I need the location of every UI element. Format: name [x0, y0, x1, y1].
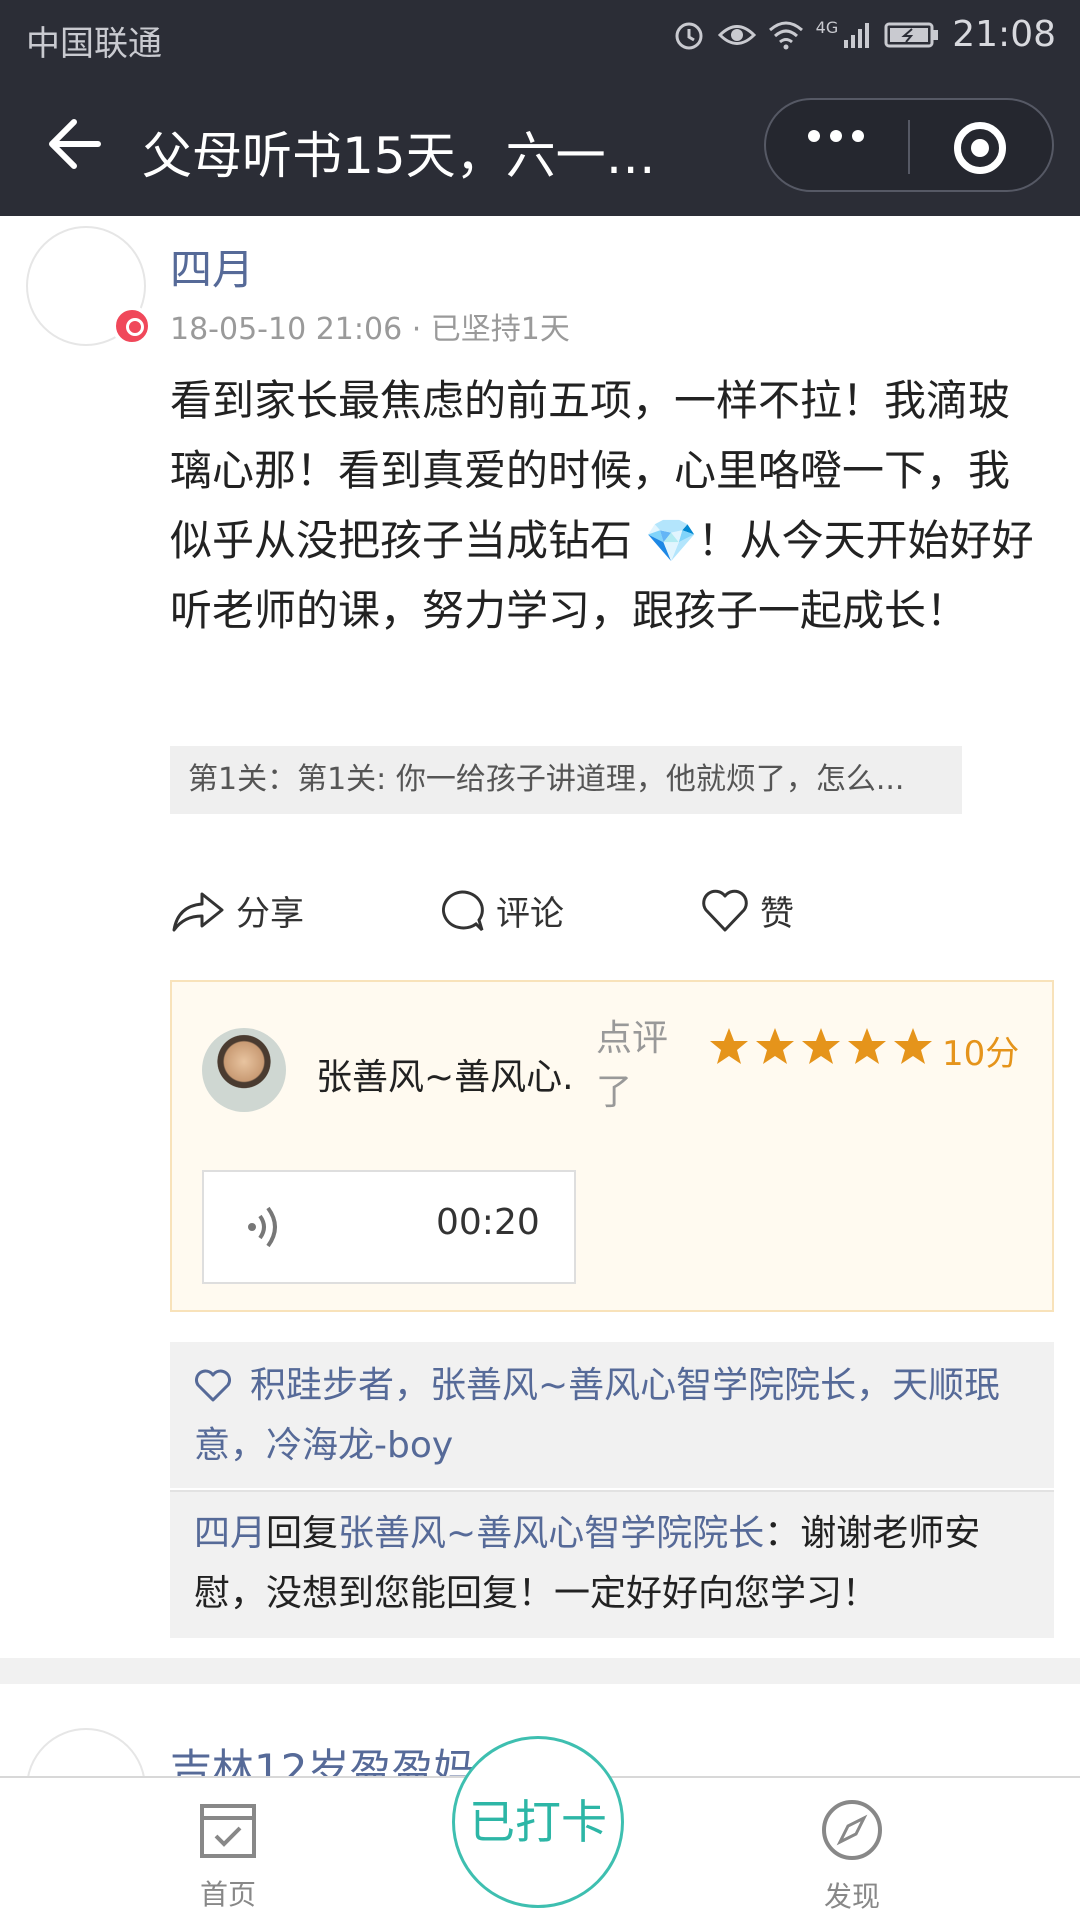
post-meta: 18-05-10 21:06 · 已坚持1天 [170, 312, 570, 347]
reviewer-name[interactable]: 张善风~善风心. [316, 1048, 574, 1100]
voice-duration: 00:20 [436, 1202, 540, 1243]
post-actions: 分享 评论 赞 [170, 876, 870, 946]
comment-button[interactable]: 评论 [438, 886, 564, 935]
tab-discover[interactable]: 发现 [782, 1798, 922, 1915]
comment-icon [442, 889, 484, 931]
wifi-icon [768, 21, 803, 49]
star-icon [802, 1028, 840, 1064]
checkin-button[interactable]: 已打卡 [452, 1736, 624, 1908]
likes-names[interactable]: 积跬步者，张善风~善风心智学院院长，天顺珉意，冷海龙-boy [194, 1365, 1000, 1466]
lesson-quote[interactable]: 第1关：第1关: 你一给孩子讲道理，他就烦了，怎么... [170, 746, 962, 814]
eye-icon [717, 24, 756, 45]
review-verb: 点评了 [596, 1018, 669, 1113]
reply-verb: 回复 [266, 1513, 339, 1554]
post-content: 看到家长最焦虑的前五项，一样不拉！我滴玻璃心那！看到真爱的时候，心里咯噔一下，我… [170, 376, 1034, 635]
network-label: 4G [815, 18, 839, 37]
clock: 21:08 [952, 14, 1056, 55]
back-arrow-icon[interactable] [44, 116, 104, 172]
star-icon [894, 1028, 932, 1064]
mini-program-capsule [764, 98, 1054, 192]
like-button[interactable]: 赞 [700, 886, 794, 935]
heart-icon [195, 1369, 231, 1402]
review-score: 10分 [942, 1034, 1020, 1074]
star-icon [848, 1028, 886, 1064]
carrier-name: 中国联通 [26, 24, 162, 64]
user-badge-icon [112, 306, 152, 346]
comment-item[interactable]: 四月回复张善风~善风心智学院院长：谢谢老师安慰，没想到您能回复！一定好好向您学习… [170, 1490, 1054, 1638]
status-icons: 4G 21:08 [672, 14, 1056, 55]
target-circle-icon[interactable] [954, 122, 1006, 174]
tab-home-label: 首页 [199, 1878, 256, 1911]
star-icon [756, 1028, 794, 1064]
tab-discover-label: 发现 [823, 1880, 880, 1913]
more-dots-icon[interactable] [808, 130, 864, 142]
teacher-review: 张善风~善风心. 点评了 10分 00:20 [170, 980, 1054, 1312]
tab-home[interactable]: 首页 [158, 1798, 298, 1913]
rating-stars [708, 1026, 934, 1066]
compass-icon [822, 1800, 882, 1860]
share-button[interactable]: 分享 [170, 886, 304, 935]
star-icon [710, 1028, 748, 1064]
comment-label: 评论 [496, 894, 564, 934]
battery-icon [884, 22, 939, 47]
comment-reply-to[interactable]: 张善风~善风心智学院院长 [338, 1513, 764, 1554]
share-label: 分享 [236, 894, 304, 934]
capsule-divider [908, 120, 910, 174]
heart-icon [702, 889, 748, 931]
page-title: 父母听书15天，六一… [142, 127, 656, 185]
alarm-icon [675, 22, 703, 49]
voice-wave-icon [248, 1206, 277, 1248]
calendar-check-icon [200, 1804, 256, 1858]
post-username[interactable]: 四月 [170, 236, 254, 297]
comment-author[interactable]: 四月 [194, 1513, 266, 1554]
share-icon [172, 892, 224, 931]
status-bar: 中国联通 4G 21:08 [0, 0, 1080, 72]
signal-icon [844, 22, 870, 48]
post-separator [0, 1658, 1080, 1684]
nav-bar: 父母听书15天，六一… [0, 72, 1080, 216]
like-label: 赞 [760, 894, 794, 934]
likes-list: 积跬步者，张善风~善风心智学院院长，天顺珉意，冷海龙-boy [170, 1342, 1054, 1488]
voice-message[interactable]: 00:20 [202, 1170, 576, 1284]
reviewer-avatar[interactable] [202, 1028, 286, 1112]
